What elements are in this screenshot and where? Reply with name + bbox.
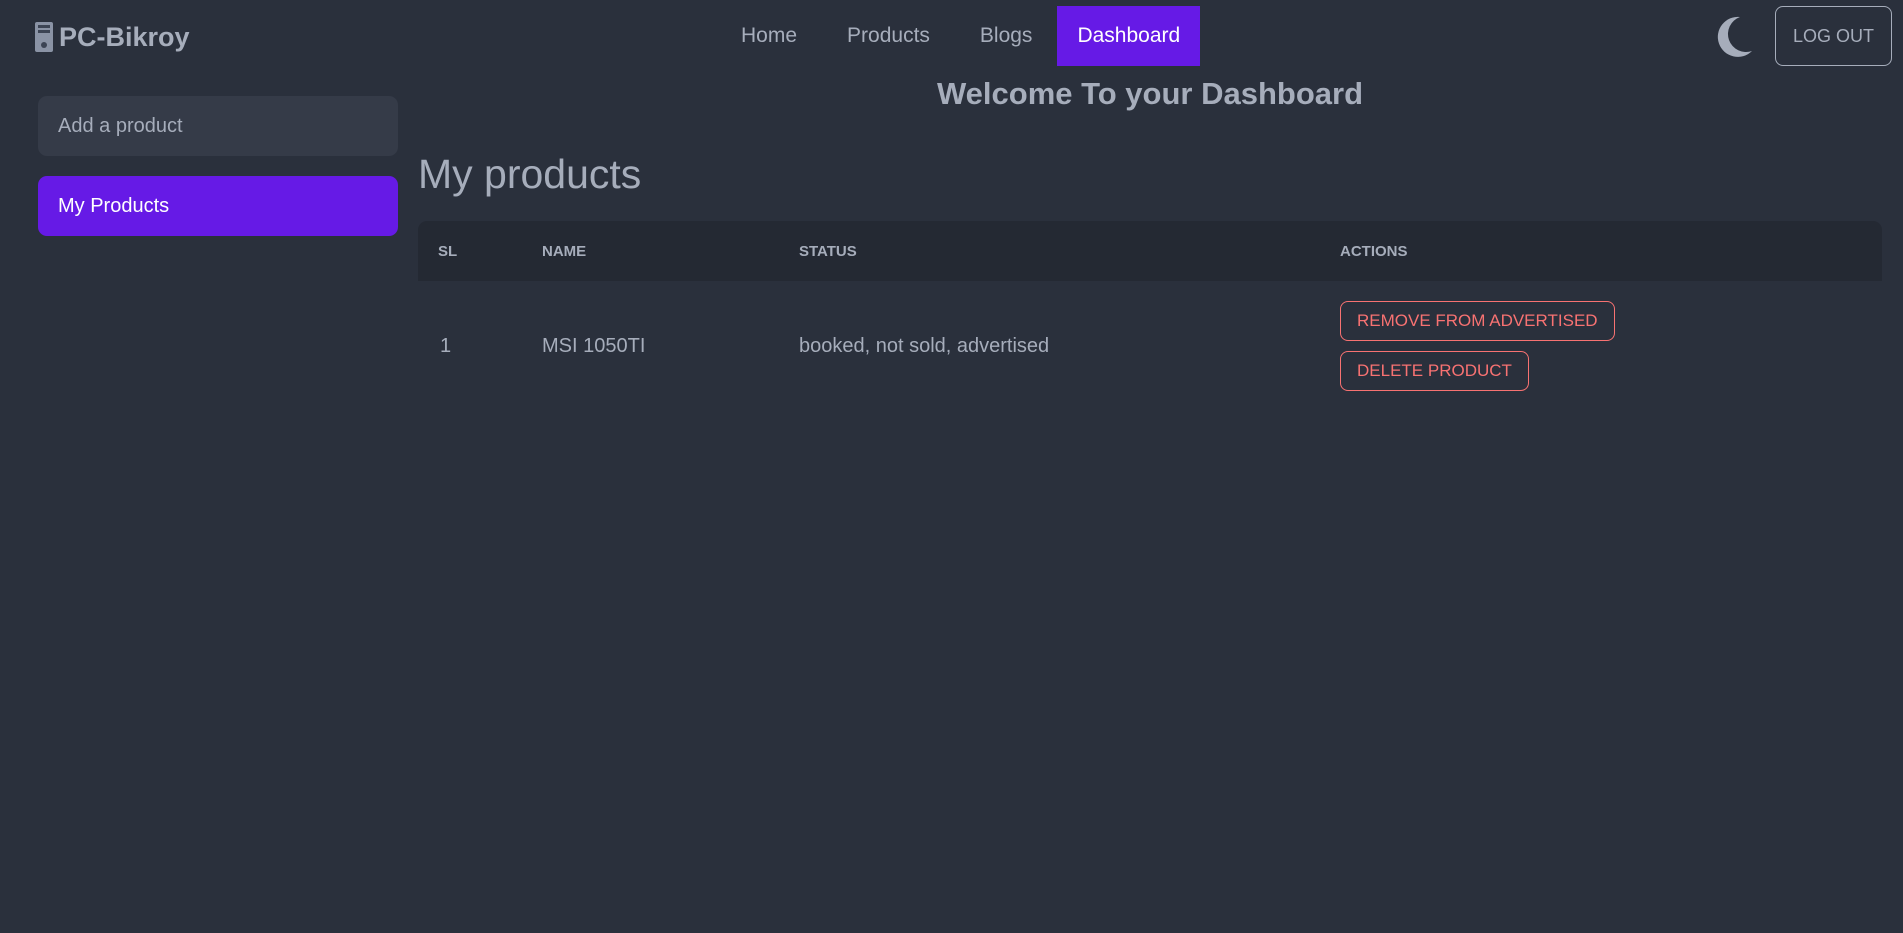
moon-icon[interactable] (1710, 13, 1754, 59)
column-header-name: NAME (542, 242, 587, 260)
table-header: SL NAME STATUS ACTIONS (418, 221, 1882, 281)
welcome-heading: Welcome To your Dashboard (936, 76, 1364, 111)
sidebar-item-my-products[interactable]: My Products (38, 176, 398, 236)
cell-actions: REMOVE FROM ADVERTISED DELETE PRODUCT (1340, 301, 1615, 391)
nav-blogs[interactable]: Blogs (955, 6, 1058, 66)
logout-button[interactable]: LOG OUT (1775, 6, 1892, 66)
sidebar: Add a product My Products (38, 96, 398, 256)
remove-from-advertised-button[interactable]: REMOVE FROM ADVERTISED (1340, 301, 1615, 341)
column-header-sl: SL (438, 242, 458, 260)
column-header-actions: ACTIONS (1340, 242, 1408, 260)
computer-tower-icon (35, 22, 53, 52)
table-row: 1 MSI 1050TI booked, not sold, advertise… (418, 281, 1882, 411)
sidebar-item-add-product[interactable]: Add a product (38, 96, 398, 156)
brand-logo[interactable]: PC-Bikroy (33, 19, 190, 55)
main-nav: Home Products Blogs Dashboard (716, 6, 1201, 66)
brand-name: PC-Bikroy (59, 21, 190, 52)
navbar: PC-Bikroy Home Products Blogs Dashboard … (0, 0, 1903, 74)
nav-products[interactable]: Products (822, 6, 955, 66)
nav-dashboard[interactable]: Dashboard (1057, 6, 1201, 66)
products-table: SL NAME STATUS ACTIONS 1 MSI 1050TI book… (418, 221, 1882, 411)
cell-name: MSI 1050TI (542, 334, 646, 357)
page-title: My products (418, 151, 642, 197)
column-header-status: STATUS (799, 242, 857, 260)
nav-home[interactable]: Home (716, 6, 822, 66)
cell-status: booked, not sold, advertised (799, 334, 1050, 357)
delete-product-button[interactable]: DELETE PRODUCT (1340, 351, 1529, 391)
cell-sl: 1 (440, 334, 452, 357)
